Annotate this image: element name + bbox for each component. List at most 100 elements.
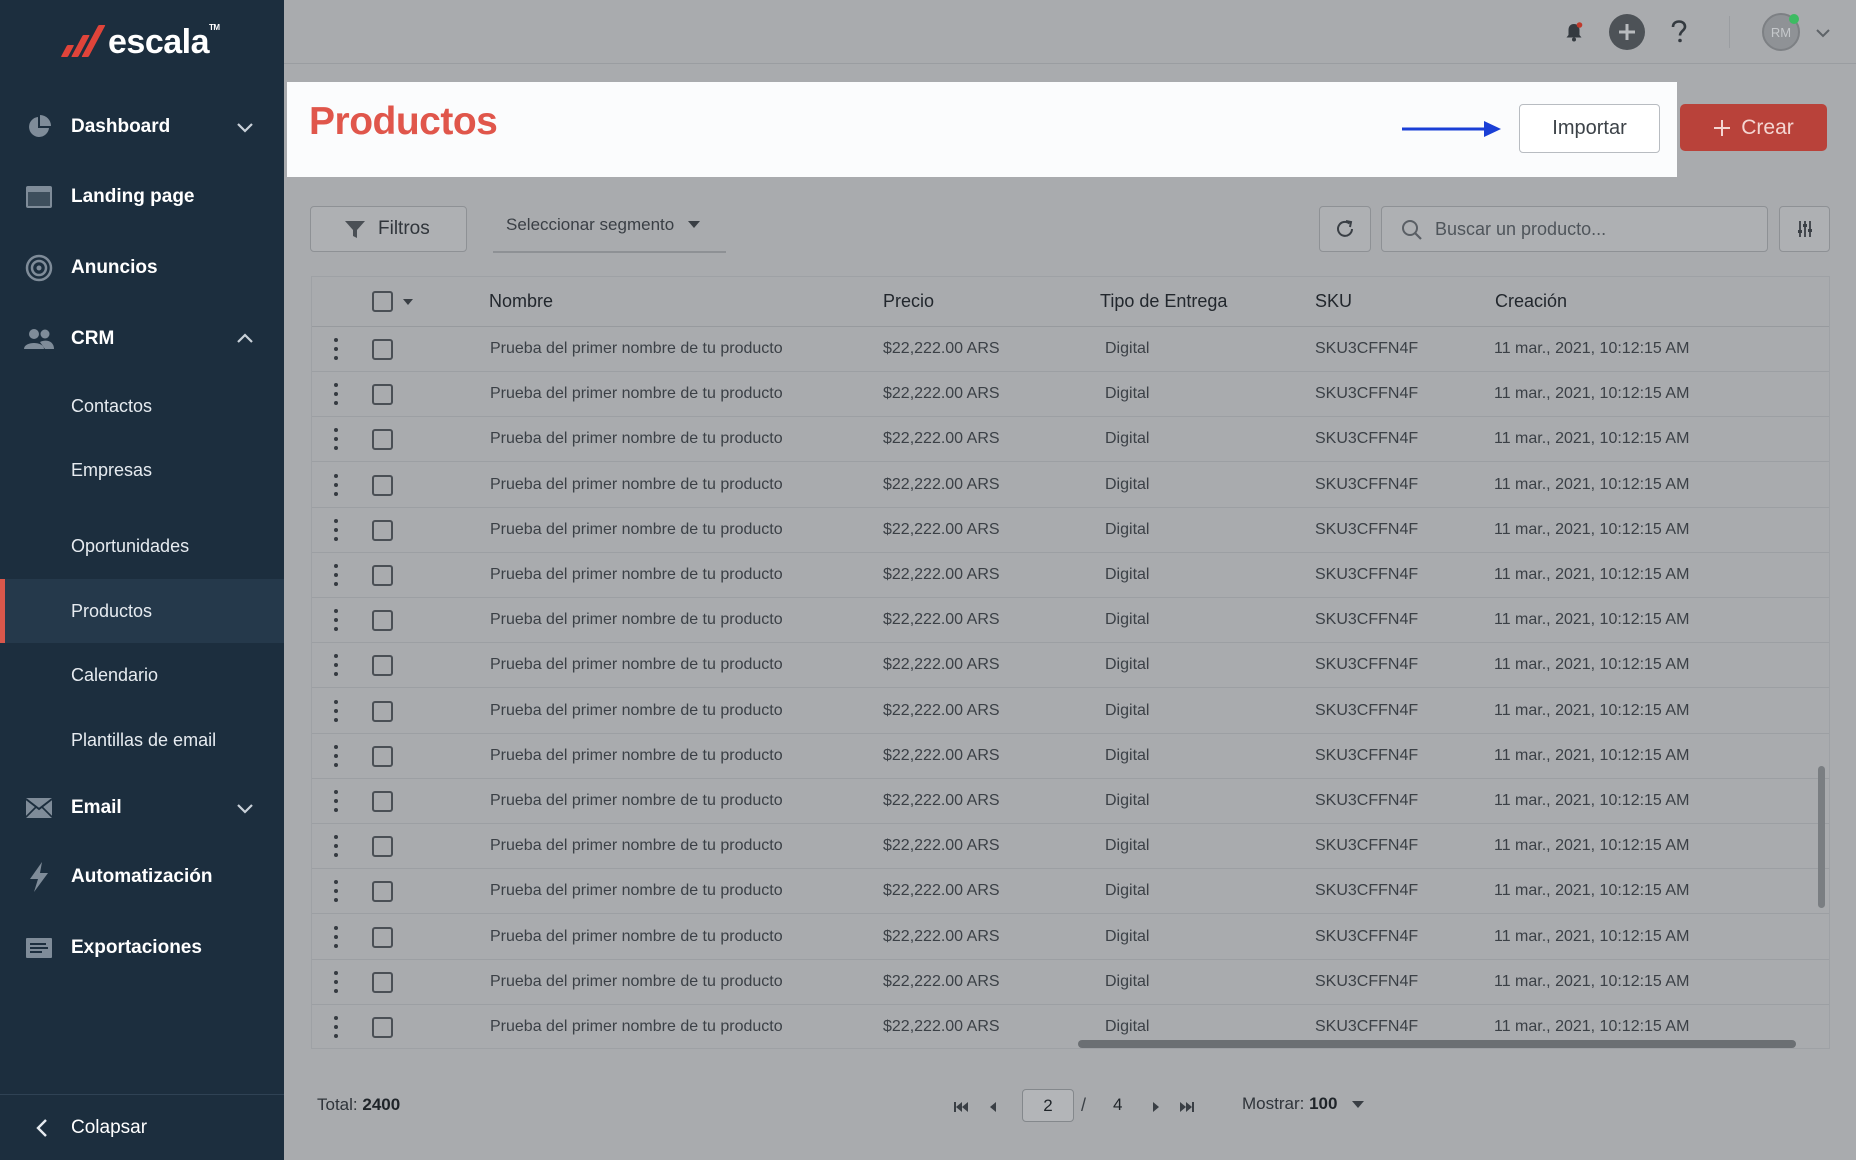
chevron-down-icon[interactable] — [1815, 27, 1831, 39]
cell-nombre[interactable]: Prueba del primer nombre de tu producto — [490, 430, 783, 448]
help-icon[interactable] — [1661, 14, 1697, 50]
row-menu-icon[interactable] — [333, 835, 339, 858]
cell-nombre[interactable]: Prueba del primer nombre de tu producto — [490, 792, 783, 810]
table-row[interactable]: Prueba del primer nombre de tu producto $… — [312, 779, 1829, 824]
row-menu-icon[interactable] — [333, 654, 339, 677]
row-checkbox[interactable] — [372, 384, 393, 406]
cell-nombre[interactable]: Prueba del primer nombre de tu producto — [490, 837, 783, 855]
row-menu-icon[interactable] — [333, 790, 339, 812]
row-checkbox[interactable] — [372, 971, 393, 993]
column-header-sku[interactable]: SKU — [1315, 291, 1352, 312]
row-checkbox[interactable] — [372, 610, 393, 632]
row-checkbox[interactable] — [372, 474, 393, 496]
table-row[interactable]: Prueba del primer nombre de tu producto $… — [312, 915, 1829, 960]
row-menu-icon[interactable] — [333, 609, 339, 632]
row-menu-icon[interactable] — [333, 428, 339, 451]
sidebar-item-landing-page[interactable]: Landing page — [0, 167, 284, 227]
cell-nombre[interactable]: Prueba del primer nombre de tu producto — [490, 1018, 783, 1036]
cell-nombre[interactable]: Prueba del primer nombre de tu producto — [490, 702, 783, 720]
table-row[interactable]: Prueba del primer nombre de tu producto $… — [312, 417, 1829, 463]
table-row[interactable]: Prueba del primer nombre de tu producto $… — [312, 689, 1829, 734]
row-checkbox[interactable] — [372, 791, 393, 812]
caret-down-icon[interactable] — [403, 299, 413, 306]
cell-nombre[interactable]: Prueba del primer nombre de tu producto — [490, 476, 783, 494]
row-checkbox[interactable] — [372, 926, 393, 948]
column-header-creacion[interactable]: Creación — [1495, 291, 1567, 312]
row-checkbox[interactable] — [372, 1017, 393, 1038]
sidebar-item-oportunidades[interactable]: Oportunidades — [0, 514, 284, 578]
cell-nombre[interactable]: Prueba del primer nombre de tu producto — [490, 521, 783, 539]
import-button[interactable]: Importar — [1519, 104, 1660, 153]
sidebar-item-anuncios[interactable]: Anuncios — [0, 238, 284, 298]
table-row[interactable]: Prueba del primer nombre de tu producto $… — [312, 553, 1829, 598]
table-row[interactable]: Prueba del primer nombre de tu producto $… — [312, 734, 1829, 779]
row-menu-icon[interactable] — [333, 925, 339, 948]
row-menu-icon[interactable] — [333, 383, 339, 406]
cell-nombre[interactable]: Prueba del primer nombre de tu producto — [490, 611, 783, 629]
create-button[interactable]: Crear — [1680, 104, 1827, 151]
collapse-sidebar-button[interactable]: Colapsar — [0, 1094, 284, 1160]
refresh-button[interactable] — [1319, 206, 1371, 252]
table-row[interactable]: Prueba del primer nombre de tu producto $… — [312, 869, 1829, 915]
filters-button[interactable]: Filtros — [310, 206, 467, 252]
row-menu-icon[interactable] — [333, 744, 339, 767]
row-checkbox[interactable] — [372, 700, 393, 722]
cell-nombre[interactable]: Prueba del primer nombre de tu producto — [490, 973, 783, 991]
cell-nombre[interactable]: Prueba del primer nombre de tu producto — [490, 340, 783, 358]
row-menu-icon[interactable] — [333, 880, 339, 903]
vertical-scrollbar[interactable] — [1818, 766, 1825, 908]
search-input[interactable] — [1435, 207, 1755, 251]
row-menu-icon[interactable] — [333, 338, 339, 360]
row-checkbox[interactable] — [372, 429, 393, 451]
sidebar-item-email[interactable]: Email — [0, 778, 284, 838]
row-checkbox[interactable] — [372, 339, 393, 360]
row-checkbox[interactable] — [372, 836, 393, 858]
sidebar-item-dashboard[interactable]: Dashboard — [0, 97, 284, 157]
table-row[interactable]: Prueba del primer nombre de tu producto $… — [312, 960, 1829, 1005]
horizontal-scrollbar[interactable] — [1078, 1040, 1796, 1048]
search-field[interactable] — [1381, 206, 1768, 252]
first-page-icon[interactable] — [952, 1098, 970, 1116]
avatar[interactable]: RM — [1762, 13, 1800, 51]
previous-page-icon[interactable] — [984, 1098, 1002, 1116]
sidebar-item-plantillas-de-email[interactable]: Plantillas de email — [0, 708, 284, 772]
cell-nombre[interactable]: Prueba del primer nombre de tu producto — [490, 385, 783, 403]
page-size-select[interactable]: Mostrar: 100 — [1242, 1094, 1365, 1114]
column-header-nombre[interactable]: Nombre — [489, 291, 553, 312]
sidebar-item-empresas[interactable]: Empresas — [0, 438, 284, 502]
row-menu-icon[interactable] — [333, 970, 339, 993]
next-page-icon[interactable] — [1147, 1098, 1165, 1116]
table-row[interactable]: Prueba del primer nombre de tu producto $… — [312, 372, 1829, 418]
table-row[interactable]: Prueba del primer nombre de tu producto $… — [312, 508, 1829, 553]
select-all-checkbox[interactable] — [372, 291, 393, 312]
column-header-precio[interactable]: Precio — [883, 291, 934, 312]
cell-nombre[interactable]: Prueba del primer nombre de tu producto — [490, 928, 783, 946]
table-row[interactable]: Prueba del primer nombre de tu producto $… — [312, 824, 1829, 870]
current-page-input[interactable] — [1022, 1089, 1074, 1122]
sidebar-item-exportaciones[interactable]: Exportaciones — [0, 918, 284, 978]
column-header-tipo-entrega[interactable]: Tipo de Entrega — [1100, 291, 1227, 312]
cell-nombre[interactable]: Prueba del primer nombre de tu producto — [490, 656, 783, 674]
row-checkbox[interactable] — [372, 655, 393, 677]
cell-nombre[interactable]: Prueba del primer nombre de tu producto — [490, 747, 783, 765]
row-checkbox[interactable] — [372, 519, 393, 541]
sidebar-item-contactos[interactable]: Contactos — [0, 374, 284, 438]
brand-logo[interactable]: escalaTM — [58, 22, 220, 62]
table-row[interactable]: Prueba del primer nombre de tu producto $… — [312, 327, 1829, 372]
sidebar-item-automatizacion[interactable]: Automatización — [0, 847, 284, 907]
table-row[interactable]: Prueba del primer nombre de tu producto $… — [312, 463, 1829, 508]
segment-select[interactable]: Seleccionar segmento — [493, 206, 726, 253]
row-checkbox[interactable] — [372, 745, 393, 767]
cell-nombre[interactable]: Prueba del primer nombre de tu producto — [490, 566, 783, 584]
plus-circle-icon[interactable] — [1609, 14, 1645, 50]
sidebar-item-crm[interactable]: CRM — [0, 309, 284, 369]
table-row[interactable]: Prueba del primer nombre de tu producto $… — [312, 643, 1829, 689]
row-checkbox[interactable] — [372, 881, 393, 903]
row-menu-icon[interactable] — [333, 473, 339, 496]
table-row[interactable]: Prueba del primer nombre de tu producto $… — [312, 598, 1829, 644]
row-menu-icon[interactable] — [333, 699, 339, 722]
row-checkbox[interactable] — [372, 565, 393, 586]
sidebar-item-calendario[interactable]: Calendario — [0, 643, 284, 707]
bell-icon[interactable] — [1556, 14, 1592, 50]
column-settings-button[interactable] — [1779, 206, 1830, 252]
